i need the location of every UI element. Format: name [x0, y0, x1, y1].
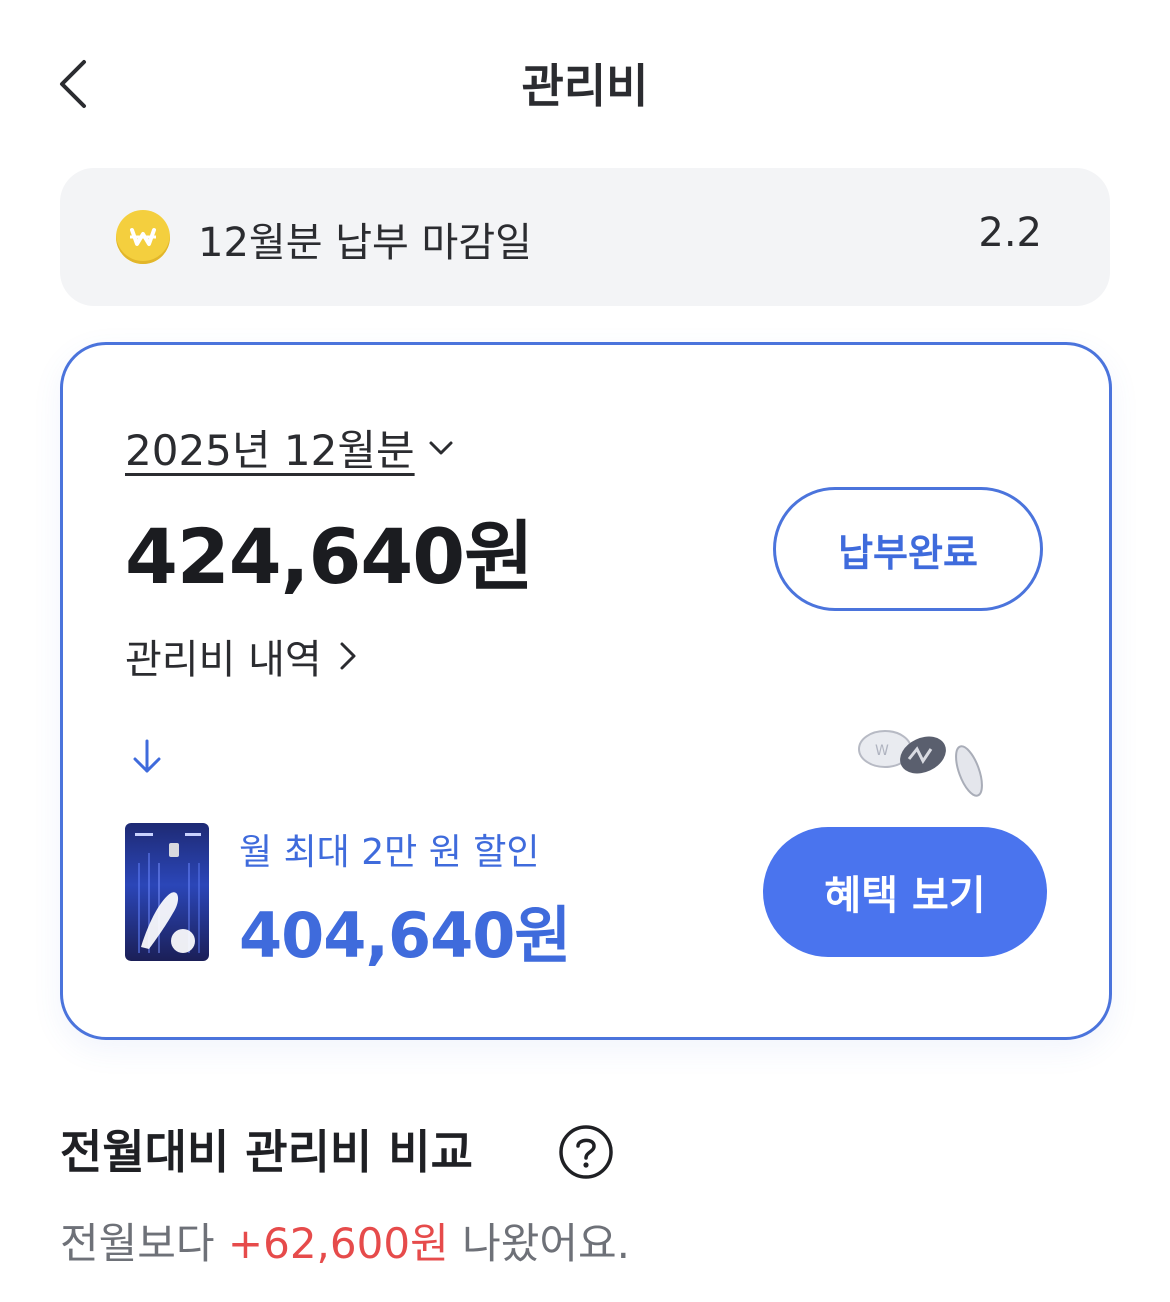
bill-detail-link[interactable]: 관리비 내역	[125, 627, 362, 685]
bill-amount: 424,640원	[125, 512, 534, 601]
svg-text:W: W	[875, 743, 889, 759]
paid-status-button[interactable]: 납부완료	[773, 487, 1043, 611]
due-date-label: 12월분 납부 마감일	[198, 220, 532, 266]
period-selector[interactable]: 2025년 12월분	[125, 417, 457, 478]
due-date-value: 2.2	[978, 210, 1042, 256]
arrow-down-icon	[133, 739, 161, 773]
view-benefits-button[interactable]: 혜택 보기	[763, 827, 1047, 957]
discounted-amount: 404,640원	[239, 899, 571, 972]
page-title: 관리비	[521, 59, 649, 113]
bill-detail-label: 관리비 내역	[125, 637, 322, 683]
chevron-right-icon	[340, 642, 356, 670]
comparison-text: 전월보다 +62,600원 나왔어요.	[60, 1210, 630, 1271]
coins-illustration: W	[858, 730, 983, 797]
period-label: 2025년 12월분	[125, 426, 415, 475]
comparison-title: 전월대비 관리비 비교	[60, 1125, 473, 1179]
comparison-difference: +62,600원	[227, 1219, 449, 1268]
comparison-prefix: 전월보다	[60, 1219, 228, 1268]
chevron-down-icon	[429, 441, 453, 454]
due-date-notice: 12월분 납부 마감일 2.2	[60, 168, 1110, 306]
comparison-suffix: 나왔어요.	[448, 1219, 630, 1268]
discount-label: 월 최대 2만 원 할인	[239, 832, 540, 873]
won-coin-icon	[116, 210, 170, 264]
bill-card: 2025년 12월분 424,640원 납부완료 관리비 내역 월 최대 2만	[60, 342, 1112, 1040]
credit-card-image	[125, 823, 209, 961]
help-icon[interactable]	[558, 1124, 614, 1180]
